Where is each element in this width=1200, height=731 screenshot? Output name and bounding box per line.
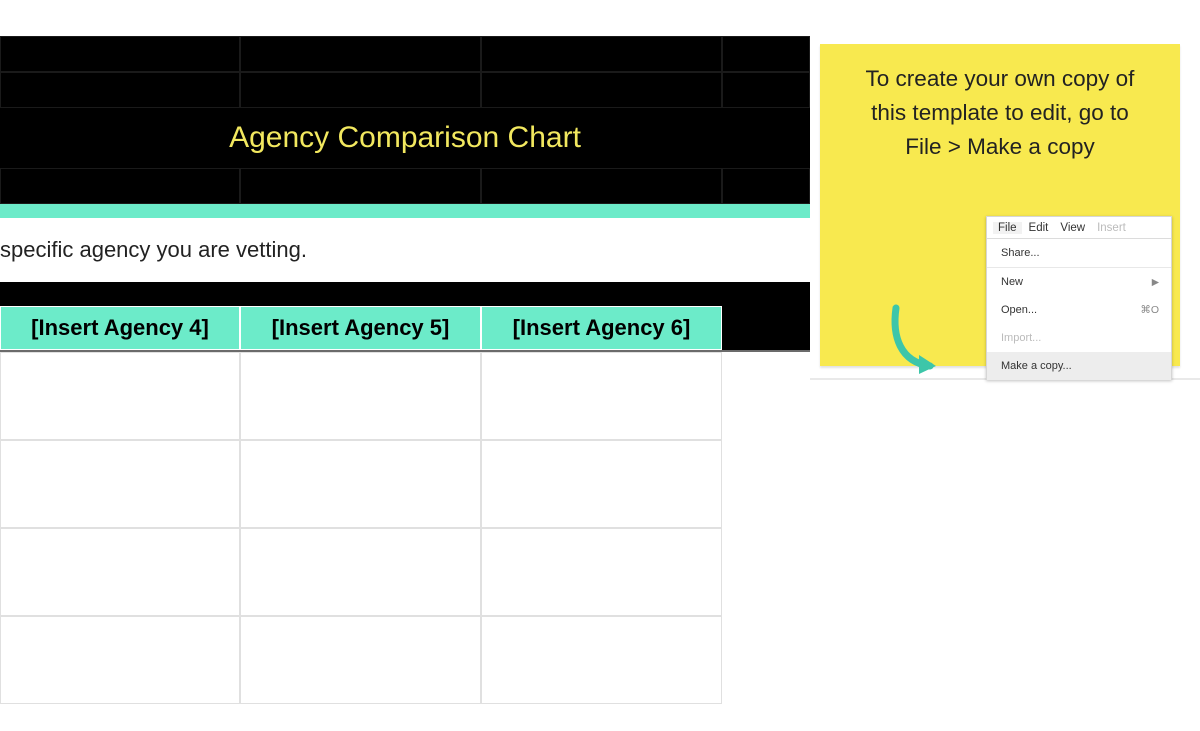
header-region: Agency Comparison Chart bbox=[0, 36, 810, 204]
menu-import-label: Import... bbox=[1001, 332, 1041, 344]
agency-4-label: [Insert Agency 4] bbox=[31, 315, 209, 341]
menu-item-open[interactable]: Open... ⌘O bbox=[987, 296, 1171, 324]
header-cell-blank[interactable] bbox=[240, 168, 481, 204]
menu-tab-insert-label: Insert bbox=[1097, 222, 1126, 234]
data-cell[interactable] bbox=[240, 616, 481, 704]
data-cell[interactable] bbox=[481, 352, 722, 440]
menu-tab-edit[interactable]: Edit bbox=[1024, 222, 1054, 234]
menu-tab-insert[interactable]: Insert bbox=[1092, 222, 1131, 234]
table-row bbox=[0, 528, 810, 616]
data-cell[interactable] bbox=[0, 528, 240, 616]
data-cell[interactable] bbox=[481, 616, 722, 704]
menu-share-label: Share... bbox=[1001, 247, 1040, 259]
menu-tab-bar: File Edit View Insert bbox=[987, 217, 1171, 239]
table-row bbox=[0, 440, 810, 528]
menu-body: Share... New ▶ Open... ⌘O Import... Make… bbox=[987, 239, 1171, 380]
header-cell-blank[interactable] bbox=[481, 36, 722, 72]
arrow-icon bbox=[886, 302, 942, 376]
callout-line-3: File > Make a copy bbox=[905, 134, 1094, 159]
data-cell[interactable] bbox=[0, 352, 240, 440]
header-cell-blank[interactable] bbox=[481, 72, 722, 108]
header-cell-blank[interactable] bbox=[240, 36, 481, 72]
submenu-arrow-icon: ▶ bbox=[1152, 277, 1159, 288]
header-cell-blank[interactable] bbox=[240, 72, 481, 108]
agency-5-label: [Insert Agency 5] bbox=[272, 315, 450, 341]
agency-header-5[interactable]: [Insert Agency 5] bbox=[240, 306, 481, 350]
menu-tab-file[interactable]: File bbox=[993, 222, 1022, 234]
data-cell[interactable] bbox=[240, 440, 481, 528]
menu-makecopy-label: Make a copy... bbox=[1001, 360, 1072, 372]
agency-header-6[interactable]: [Insert Agency 6] bbox=[481, 306, 722, 350]
agency-header-row: [Insert Agency 4] [Insert Agency 5] [Ins… bbox=[0, 306, 810, 350]
file-menu-screenshot: File Edit View Insert Share... New ▶ Ope… bbox=[986, 216, 1172, 380]
callout-line-1: To create your own copy of bbox=[866, 66, 1135, 91]
spacer-black bbox=[0, 282, 810, 306]
header-cell-blank[interactable] bbox=[722, 72, 810, 108]
menu-open-shortcut: ⌘O bbox=[1140, 304, 1159, 316]
data-cell[interactable] bbox=[481, 528, 722, 616]
header-cell-blank[interactable] bbox=[0, 168, 240, 204]
data-cell[interactable] bbox=[240, 528, 481, 616]
menu-tab-view[interactable]: View bbox=[1055, 222, 1090, 234]
agency-6-label: [Insert Agency 6] bbox=[513, 315, 691, 341]
callout-text: To create your own copy of this template… bbox=[820, 44, 1180, 173]
table-row bbox=[0, 616, 810, 704]
data-cell[interactable] bbox=[481, 440, 722, 528]
agency-header-4[interactable]: [Insert Agency 4] bbox=[0, 306, 240, 350]
instruction-text: specific agency you are vetting. bbox=[0, 237, 307, 263]
menu-item-make-a-copy[interactable]: Make a copy... bbox=[987, 352, 1171, 380]
accent-bar bbox=[0, 204, 810, 218]
menu-tab-edit-label: Edit bbox=[1029, 222, 1049, 234]
data-cell[interactable] bbox=[0, 440, 240, 528]
menu-item-share[interactable]: Share... bbox=[987, 239, 1171, 268]
spreadsheet-viewport: Agency Comparison Chart specific agency … bbox=[0, 36, 810, 704]
instruction-row[interactable]: specific agency you are vetting. bbox=[0, 218, 810, 282]
header-cell-blank[interactable] bbox=[0, 72, 240, 108]
menu-open-label: Open... bbox=[1001, 304, 1037, 316]
menu-tab-file-label: File bbox=[998, 222, 1017, 234]
header-cell-blank[interactable] bbox=[0, 36, 240, 72]
menu-tab-view-label: View bbox=[1060, 222, 1085, 234]
menu-item-new[interactable]: New ▶ bbox=[987, 268, 1171, 296]
page-title: Agency Comparison Chart bbox=[0, 108, 810, 168]
menu-new-label: New bbox=[1001, 276, 1023, 288]
data-cell[interactable] bbox=[0, 616, 240, 704]
data-grid bbox=[0, 352, 810, 704]
table-row bbox=[0, 352, 810, 440]
callout-line-2: this template to edit, go to bbox=[871, 100, 1129, 125]
header-cell-blank[interactable] bbox=[722, 36, 810, 72]
instruction-callout: To create your own copy of this template… bbox=[820, 44, 1180, 366]
header-cell-blank[interactable] bbox=[722, 168, 810, 204]
header-cell-blank[interactable] bbox=[481, 168, 722, 204]
menu-item-import: Import... bbox=[987, 324, 1171, 352]
data-cell[interactable] bbox=[240, 352, 481, 440]
header-remainder bbox=[722, 306, 810, 350]
